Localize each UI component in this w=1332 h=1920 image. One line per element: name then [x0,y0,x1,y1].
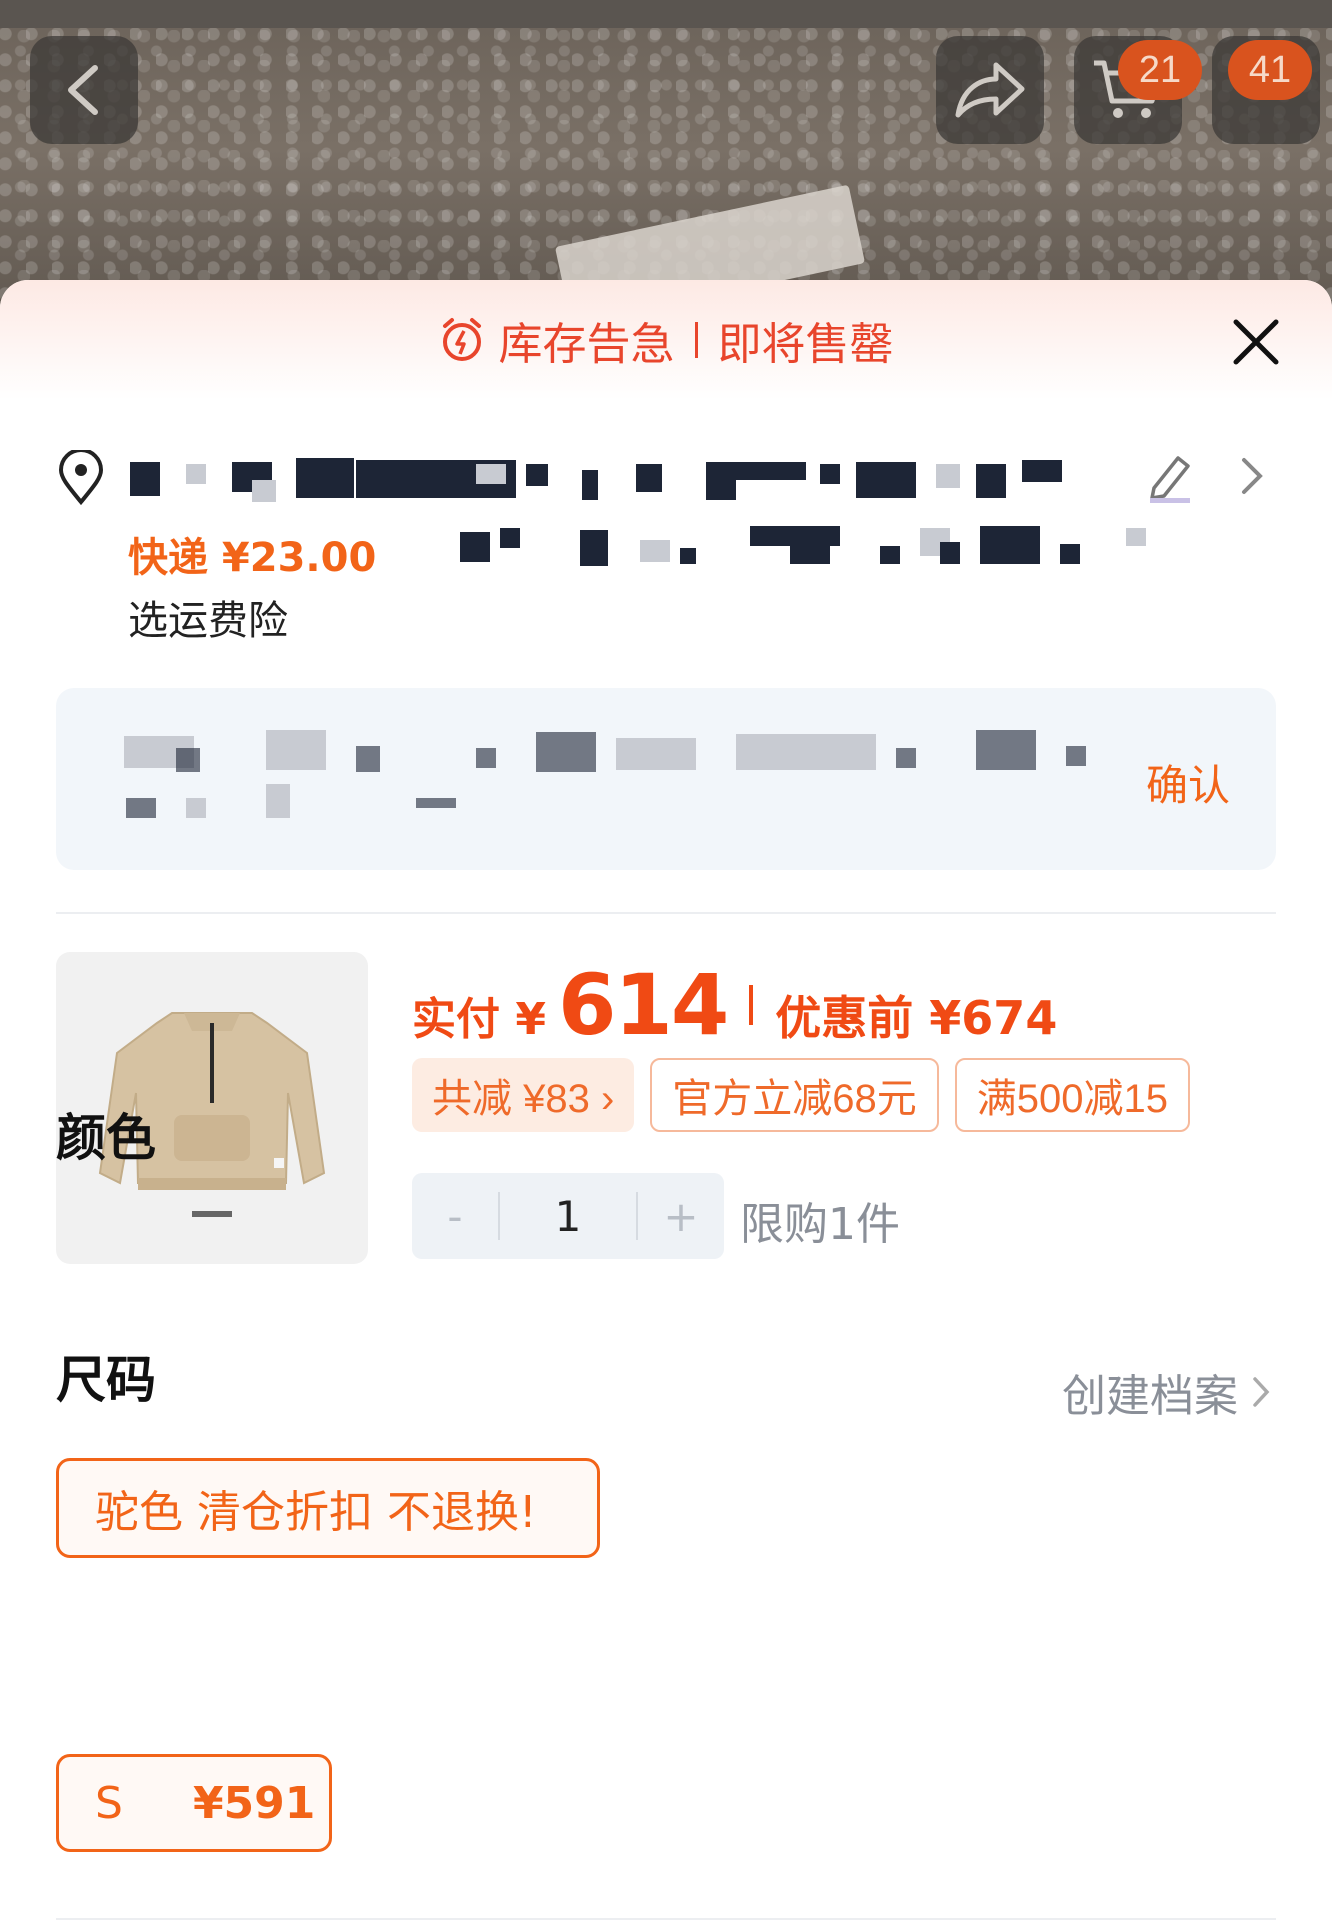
original-price: 优惠前 ¥674 [775,991,1058,1045]
banner-divider [694,322,698,358]
stock-alert-text: 库存告急 [498,319,675,370]
close-icon[interactable] [1230,316,1282,368]
pay-label: 实付 ¥ [412,994,546,1045]
section-divider [56,912,1276,914]
create-profile-link[interactable]: 创建档案 [1062,1360,1272,1424]
size-option-label: S [95,1777,123,1829]
color-section-title: 颜色 [56,1109,156,1167]
quantity-stepper: - 1 + [412,1173,724,1259]
location-pin-icon [58,450,104,506]
stock-alert-banner: 库存告急 即将售罄 [0,280,1332,400]
price-row: 实付 ¥ 614 优惠前 ¥674 [412,956,1057,1054]
confirm-link[interactable]: 确认 [1146,752,1230,813]
sku-selection-sheet: 库存告急 即将售罄 快递 ¥23.00 选运费险 确认 实付 ¥ 614 优惠前… [0,280,1332,1920]
quantity-value[interactable]: 1 [500,1192,636,1241]
back-button[interactable] [30,36,138,144]
chevron-right-icon [1242,458,1263,494]
size-section-title: 尺码 [56,1351,156,1409]
threshold-discount-chip: 满500减15 [954,1058,1191,1132]
discount-chips: 共减 ¥83 › 官方立减68元 满500减15 [412,1058,1191,1132]
size-option-s[interactable]: S ¥591 [56,1754,332,1852]
sellout-text: 即将售罄 [717,319,894,370]
pay-price: 614 [557,956,729,1054]
color-option-label: 驼色 清仓折扣 不退换! [95,1487,537,1538]
edit-pencil-icon[interactable] [1146,450,1194,504]
share-button[interactable] [936,36,1044,144]
cart-count-badge: 21 [1118,40,1202,100]
color-option-selected[interactable]: 驼色 清仓折扣 不退换! [56,1458,600,1558]
shipping-insurance-option[interactable]: 选运费险 [128,588,288,646]
increase-button[interactable]: + [638,1192,724,1241]
chevron-right-icon [1253,1377,1270,1407]
address-row[interactable] [56,450,1276,510]
messages-count-badge: 41 [1228,40,1312,100]
decrease-button[interactable]: - [412,1192,498,1241]
chevron-left-icon [68,65,98,115]
share-icon [955,62,1025,118]
alarm-clock-icon [442,318,481,361]
notice-box: 确认 [56,688,1276,870]
purchase-limit: 限购1件 [740,1199,900,1250]
size-option-price: ¥591 [192,1777,316,1829]
price-divider [749,985,754,1025]
shipping-fee: 快递 ¥23.00 [128,535,377,581]
official-discount-chip: 官方立减68元 [650,1058,939,1132]
total-discount-chip[interactable]: 共减 ¥83 › [412,1058,635,1132]
status-bar [0,0,1332,28]
create-profile-label: 创建档案 [1062,1371,1238,1422]
